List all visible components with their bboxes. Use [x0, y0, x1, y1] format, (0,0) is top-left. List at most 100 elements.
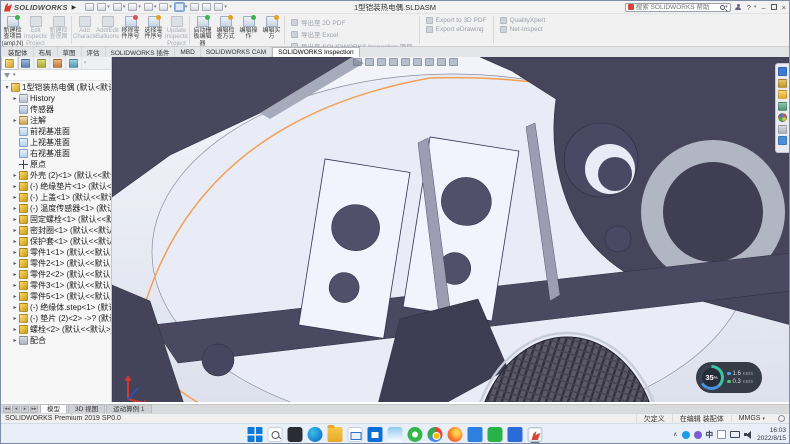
expand-arrow-icon[interactable] — [11, 271, 19, 278]
featuremanager-tab[interactable] — [2, 57, 18, 69]
tree-root-assembly[interactable]: 1型铠装热电偶 (默认<默认_显示状态-1 — [1, 82, 111, 93]
section-view-icon[interactable] — [389, 58, 398, 66]
home-icon[interactable] — [85, 3, 94, 11]
zoom-area-icon[interactable] — [365, 58, 374, 66]
taskbar-search-icon[interactable] — [268, 427, 283, 442]
cast-display-icon[interactable] — [730, 431, 740, 438]
solidworks-taskbar-icon-active[interactable] — [528, 427, 543, 442]
expand-arrow-icon[interactable] — [11, 315, 19, 322]
tree-item-right-plane[interactable]: 右视基准面 — [1, 148, 111, 159]
add-characteristic-button[interactable]: Add Characteristic — [73, 14, 96, 47]
appearances-icon[interactable] — [437, 58, 446, 66]
add-edit-balloons-button[interactable]: Add/Edit Balloons — [96, 14, 119, 47]
3d-views-tab[interactable]: 3D 视图 — [68, 404, 105, 413]
chrome-browser-icon[interactable] — [428, 427, 443, 442]
tab-layout[interactable]: 布局 — [34, 47, 58, 57]
tree-item-part[interactable]: 固定螺栓<1> (默认<<默认>_显示状 — [1, 214, 111, 225]
search-input[interactable] — [636, 4, 718, 11]
edit-customers-button[interactable]: 编辑买方 — [260, 14, 283, 47]
expand-arrow-icon[interactable] — [11, 216, 19, 223]
edit-inspection-project-button[interactable]: Edit Inspection Project — [24, 14, 47, 47]
open-icon[interactable] — [113, 3, 122, 11]
tree-filter-row[interactable]: ▾ — [1, 70, 111, 81]
net-speed-overlay[interactable]: 35% 1.6 KB/S 0.3 KB/S — [696, 362, 762, 393]
graphics-viewport[interactable] — [112, 57, 789, 402]
tree-item-annotations[interactable]: 注解 — [1, 115, 111, 126]
tree-item-part[interactable]: 螺栓<2> (默认<<默认>_显示状态 — [1, 324, 111, 335]
tab-scroll-first-icon[interactable]: ◂◂ — [3, 406, 11, 413]
microsoft-store-icon[interactable] — [368, 427, 383, 442]
tab-scroll-left-icon[interactable]: ◂ — [12, 406, 20, 413]
expand-arrow-icon[interactable] — [11, 205, 19, 212]
firefox-browser-icon[interactable] — [448, 427, 463, 442]
panel-tabs-overflow-icon[interactable]: › — [84, 60, 86, 66]
save-icon[interactable] — [128, 3, 137, 11]
expand-arrow-icon[interactable] — [11, 326, 19, 333]
new-inspection-view-button[interactable]: 新建检查视图 — [47, 14, 70, 47]
hidden-icons-chevron-icon[interactable]: ∧ — [673, 431, 677, 438]
help-caret-icon[interactable]: ▾ — [754, 4, 757, 10]
tree-item-sensors[interactable]: 传感器 — [1, 104, 111, 115]
select-pointer-icon[interactable] — [175, 3, 184, 11]
mail-icon[interactable] — [348, 427, 363, 442]
tab-solidworks-inspection[interactable]: SOLIDWORKS Inspection — [272, 47, 360, 57]
expand-arrow-icon[interactable] — [11, 293, 19, 300]
tree-item-part[interactable]: (-) 上盖<1> (默认<<默认>_显示状态 — [1, 192, 111, 203]
tree-item-part[interactable]: 零件2<2> (默认<<默认>_显示状态 — [1, 269, 111, 280]
forum-icon[interactable] — [778, 136, 787, 145]
expand-arrow-icon[interactable] — [11, 194, 19, 201]
360-browser-icon[interactable] — [408, 427, 423, 442]
menu-expand-icon[interactable]: ▶ — [72, 4, 77, 11]
expand-arrow-icon[interactable] — [11, 227, 19, 234]
remove-balloon-numbers-button[interactable]: 移除零件序号 — [119, 14, 142, 47]
tree-item-part[interactable]: 零件1<1> (默认<<默认>_显示状态 — [1, 247, 111, 258]
expand-arrow-icon[interactable] — [3, 84, 11, 91]
tree-item-part[interactable]: (-) 温度传感器<1> (默认<<默认>_显 — [1, 203, 111, 214]
user-account-icon[interactable] — [735, 4, 742, 11]
export-3d-pdf-item[interactable]: Export to 3D PDF — [426, 17, 487, 24]
status-circle-icon[interactable] — [778, 415, 785, 422]
volume-icon[interactable] — [744, 431, 753, 439]
propertymanager-tab[interactable] — [18, 57, 34, 69]
tree-item-part[interactable]: (-) 绝缘体.step<1> (默认<<默认> — [1, 302, 111, 313]
view-palette-icon[interactable] — [778, 102, 787, 111]
edit-operations-button[interactable]: 编辑操作 — [237, 14, 260, 47]
tree-item-front-plane[interactable]: 前视基准面 — [1, 126, 111, 137]
tree-item-part[interactable]: 零件3<1> (默认<<默认>_显示状态 — [1, 280, 111, 291]
tab-scroll-right-icon[interactable]: ▸ — [21, 406, 29, 413]
weather-app-icon[interactable] — [388, 427, 403, 442]
design-library-icon[interactable] — [778, 79, 787, 88]
expand-arrow-icon[interactable] — [11, 304, 19, 311]
tree-item-top-plane[interactable]: 上视基准面 — [1, 137, 111, 148]
taskbar-clock[interactable]: 16:03 2022/8/15 — [757, 427, 786, 442]
display-settings-icon[interactable] — [202, 3, 211, 11]
qualityxpert-item[interactable]: QualityXpert — [500, 17, 546, 24]
tab-solidworks-cam[interactable]: SOLIDWORKS CAM — [201, 47, 272, 57]
new-document-icon[interactable] — [97, 3, 106, 11]
tab-addins[interactable]: SOLIDWORKS 插件 — [106, 47, 176, 57]
tree-item-part[interactable]: 零件5<1> (默认<<默认>_显示状态 — [1, 291, 111, 302]
tree-item-part[interactable]: 保护套<1> (默认<<默认>_显示状态 — [1, 236, 111, 247]
launch-template-editor-button[interactable]: 启动模板编辑器 — [191, 14, 214, 47]
expand-arrow-icon[interactable] — [11, 282, 19, 289]
blue-app-icon[interactable] — [468, 427, 483, 442]
expand-arrow-icon[interactable] — [11, 260, 19, 267]
help-button[interactable]: ? — [747, 3, 751, 12]
hide-show-icon[interactable] — [425, 58, 434, 66]
edge-browser-icon[interactable] — [308, 427, 323, 442]
undo-icon[interactable] — [159, 3, 168, 11]
filter-caret-icon[interactable]: ▾ — [13, 72, 16, 78]
tab-sketch[interactable]: 草图 — [58, 47, 82, 57]
update-inspection-project-button[interactable]: Update Inspection Project — [165, 14, 188, 47]
display-style-icon[interactable] — [413, 58, 422, 66]
tree-item-history[interactable]: History — [1, 93, 111, 104]
tab-evaluate[interactable]: 评估 — [82, 47, 106, 57]
task-view-icon[interactable] — [288, 427, 303, 442]
search-icon[interactable] — [720, 5, 725, 10]
export-excel-item[interactable]: 导出至 Excel — [291, 29, 413, 39]
tree-item-part[interactable]: 外壳 (2)<1> (默认<<默认>_显示状态 — [1, 170, 111, 181]
onedrive-tray-icon[interactable] — [682, 431, 690, 439]
tree-item-part[interactable]: (-) 绝缘垫片<1> (默认<<默认>_显示 — [1, 181, 111, 192]
tab-scroll-last-icon[interactable]: ▸▸ — [30, 406, 38, 413]
tab-mbd[interactable]: MBD — [175, 47, 200, 57]
